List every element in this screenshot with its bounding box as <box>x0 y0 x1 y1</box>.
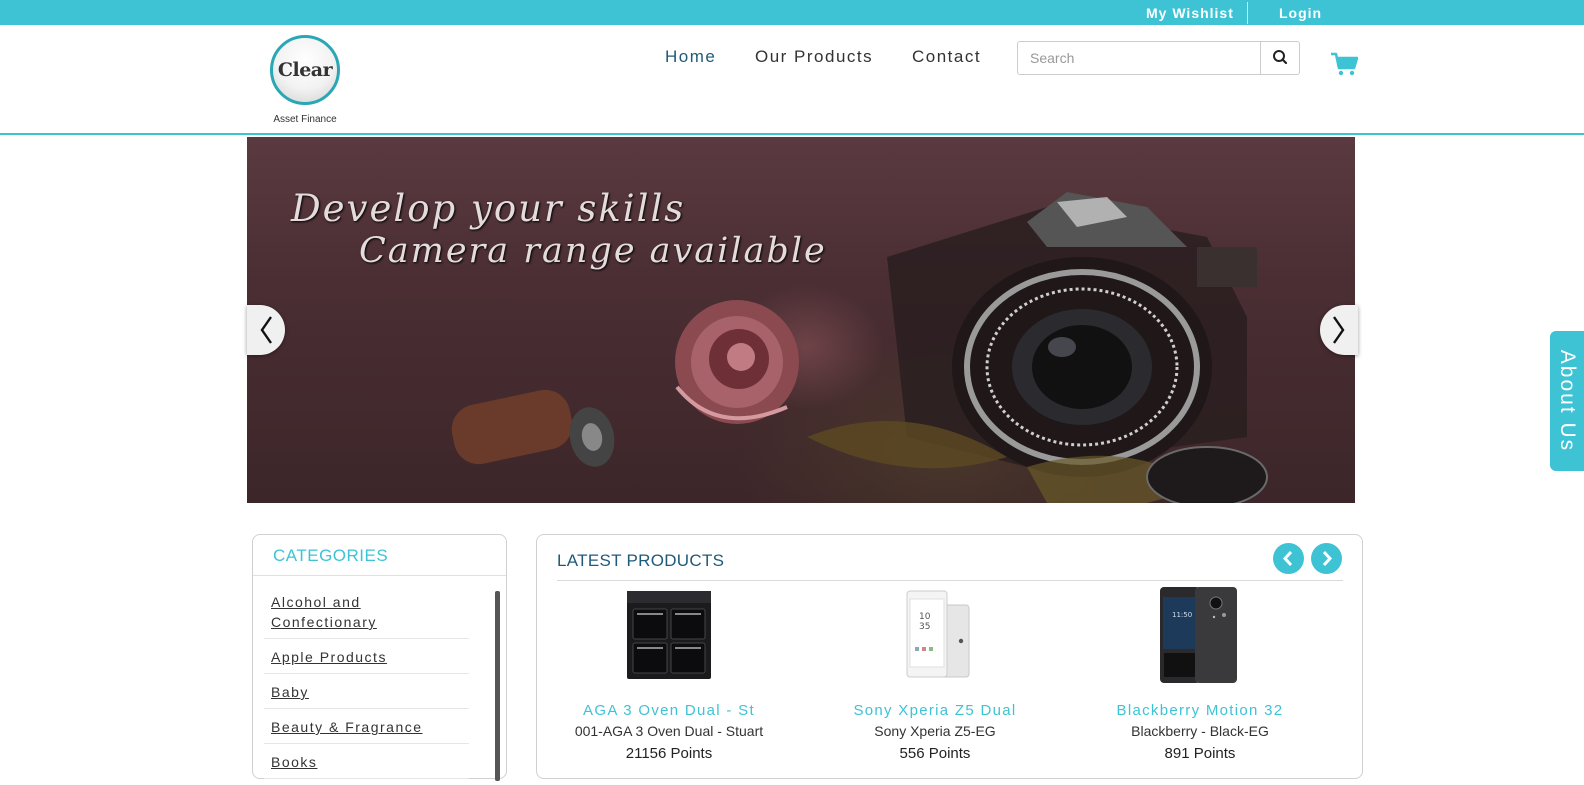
category-item[interactable]: Alcohol and Confectionary <box>264 590 469 639</box>
search-box <box>1017 41 1300 75</box>
search-input[interactable] <box>1018 42 1261 74</box>
category-item[interactable]: Beauty & Fragrance <box>264 715 469 744</box>
product-image-sony[interactable]: 10 35 <box>885 585 985 685</box>
categories-panel: CATEGORIES Alcohol and Confectionary App… <box>252 534 507 781</box>
product-code: 001-AGA 3 Oven Dual - Stuart <box>574 723 764 739</box>
chevron-right-icon <box>1322 550 1333 567</box>
chevron-right-icon <box>1333 316 1345 344</box>
nav-our-products[interactable]: Our Products <box>755 47 873 67</box>
products-next-button[interactable] <box>1311 543 1342 574</box>
product-name[interactable]: AGA 3 Oven Dual - St <box>549 702 789 719</box>
cart-button[interactable] <box>1330 51 1359 77</box>
white-phone-image: 10 35 <box>906 590 970 678</box>
latest-products-divider <box>557 580 1343 581</box>
svg-text:10: 10 <box>919 612 931 622</box>
chevron-left-icon <box>1282 550 1293 567</box>
about-us-label: About Us <box>1556 349 1579 453</box>
banner-next-button[interactable] <box>1320 305 1358 355</box>
banner-headline: Develop your skills <box>291 187 686 230</box>
nav-home[interactable]: Home <box>665 47 716 67</box>
product-points: 21156 Points <box>625 745 713 762</box>
product-code: Blackberry - Black-EG <box>1131 723 1269 739</box>
banner-subheadline: Camera range available <box>359 231 827 271</box>
hero-banner: Develop your skills Camera range availab… <box>247 137 1355 503</box>
categories-list: Alcohol and Confectionary Apple Products… <box>264 590 469 785</box>
product-name[interactable]: Blackberry Motion 32 <box>1080 702 1320 719</box>
categories-title: CATEGORIES <box>273 546 389 565</box>
product-points: 556 Points <box>899 745 971 762</box>
category-item[interactable]: Books <box>264 750 469 779</box>
product-code: Sony Xperia Z5-EG <box>874 723 996 739</box>
product-points: 891 Points <box>1164 745 1236 762</box>
product-card[interactable]: 11:50 Blackberry Motion 32 Blackberry - … <box>1080 585 1320 762</box>
about-us-tab[interactable]: About Us <box>1550 331 1584 471</box>
search-icon <box>1273 50 1288 65</box>
wishlist-link[interactable]: My Wishlist <box>1146 0 1234 25</box>
oven-image <box>627 591 711 679</box>
product-image-blackberry[interactable]: 11:50 <box>1150 585 1250 685</box>
login-link[interactable]: Login <box>1279 0 1322 25</box>
chevron-left-icon <box>260 316 272 344</box>
category-item[interactable]: Apple Products <box>264 645 469 674</box>
black-phone-image: 11:50 <box>1160 587 1237 683</box>
logo-subtitle: Asset Finance <box>273 114 337 125</box>
top-bar: My Wishlist Login <box>0 0 1584 25</box>
search-button[interactable] <box>1260 42 1299 74</box>
logo-word: Clear <box>277 59 333 81</box>
latest-products-title: LATEST PRODUCTS <box>557 551 725 570</box>
product-name[interactable]: Sony Xperia Z5 Dual <box>815 702 1055 719</box>
site-header: Clear Asset Finance Home Our Products Co… <box>0 25 1584 135</box>
product-card[interactable]: 10 35 Sony Xperia Z5 Dual Sony Xperia Z5… <box>815 585 1055 762</box>
latest-products-panel: LATEST PRODUCTS AGA 3 Oven Dual - St 001… <box>536 534 1363 779</box>
svg-text:35: 35 <box>919 622 930 632</box>
categories-divider <box>253 575 506 576</box>
topbar-divider <box>1247 2 1248 24</box>
cart-icon <box>1331 52 1359 76</box>
svg-text:11:50: 11:50 <box>1172 611 1192 619</box>
category-item[interactable]: Baby <box>264 680 469 709</box>
product-image-oven[interactable] <box>619 585 719 685</box>
nav-contact[interactable]: Contact <box>912 47 981 67</box>
products-prev-button[interactable] <box>1273 543 1304 574</box>
categories-scrollbar[interactable] <box>495 591 500 781</box>
product-card[interactable]: AGA 3 Oven Dual - St 001-AGA 3 Oven Dual… <box>549 585 789 762</box>
banner-prev-button[interactable] <box>247 305 285 355</box>
site-logo[interactable]: Clear Asset Finance <box>266 35 346 130</box>
